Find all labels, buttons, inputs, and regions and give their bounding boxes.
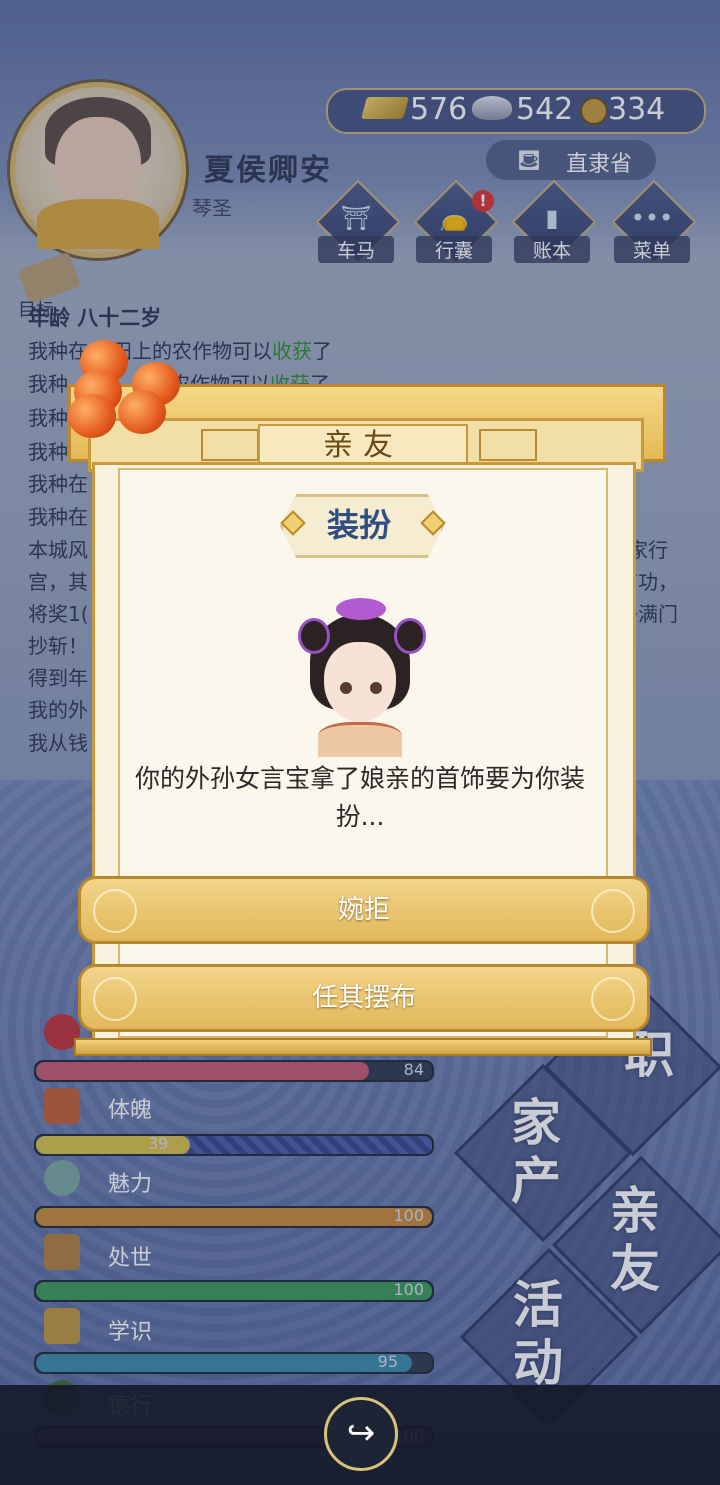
portrait-eye: [340, 682, 352, 694]
accept-label: 任其摆布: [311, 983, 416, 1013]
portrait-eye: [370, 682, 382, 694]
header-ornament: [479, 429, 537, 461]
haw-ball: [68, 394, 116, 438]
accept-button[interactable]: 任其摆布: [78, 964, 650, 1032]
candied-haws-icon: [60, 330, 190, 460]
decline-label: 婉拒: [337, 895, 390, 925]
portrait-bun: [394, 618, 426, 654]
portrait-robe: [318, 722, 402, 757]
dialog-base: [74, 1038, 652, 1056]
haw-ball: [118, 390, 166, 434]
portrait-face: [324, 642, 396, 722]
event-message: 你的外孙女言宝拿了娘亲的首饰要为你装扮...: [134, 764, 585, 831]
cloud-ornament-icon: [591, 977, 635, 1021]
cloud-ornament-icon: [93, 889, 137, 933]
portrait-bun: [298, 618, 330, 654]
granddaughter-portrait: [296, 598, 426, 757]
share-icon[interactable]: ↪: [324, 1397, 398, 1471]
hair-flower-icon: [336, 598, 386, 620]
cloud-ornament-icon: [93, 977, 137, 1021]
cloud-ornament-icon: [591, 889, 635, 933]
header-ornament: [201, 429, 259, 461]
decline-button[interactable]: 婉拒: [78, 876, 650, 944]
